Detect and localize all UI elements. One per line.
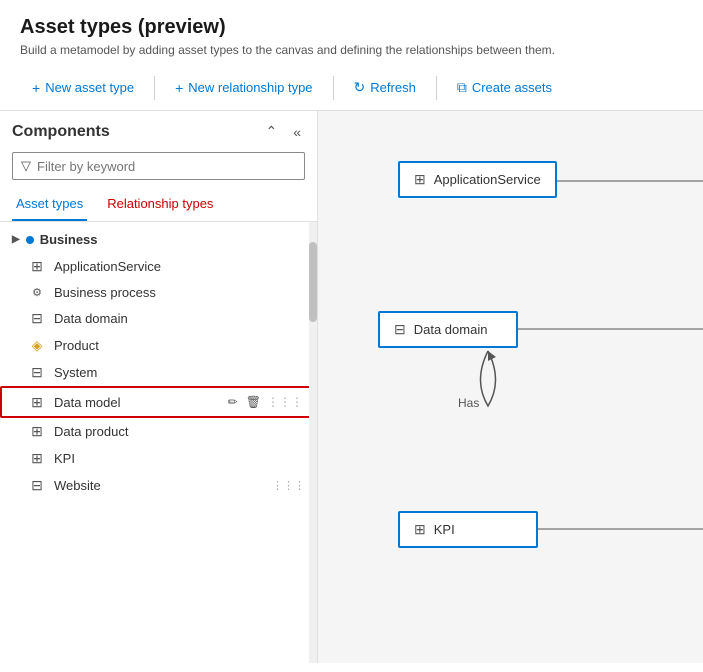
toolbar: + New asset type + New relationship type…: [0, 65, 703, 111]
business-process-icon: ⚙: [28, 286, 46, 299]
list-item-selected[interactable]: ⊞ Data model ✏ 🗑 ⋮⋮⋮: [0, 386, 317, 418]
data-model-icon: ⊞: [28, 394, 46, 411]
plus-icon: +: [32, 80, 40, 96]
scrollbar-track: [309, 222, 317, 663]
page-title: Asset types (preview): [20, 16, 683, 39]
asset-tree: ▶ Business ⊞ ApplicationService ⚙ Busine…: [0, 222, 317, 663]
new-asset-type-label: New asset type: [45, 80, 134, 95]
node-kpi-label: KPI: [434, 522, 455, 537]
group-business[interactable]: ▶ Business: [0, 226, 317, 253]
data-product-icon: ⊞: [28, 423, 46, 440]
new-relationship-type-button[interactable]: + New relationship type: [163, 74, 324, 102]
main-content: Components ⌃ « ▽ Asset types Relationshi…: [0, 111, 703, 663]
refresh-label: Refresh: [370, 80, 416, 95]
list-item[interactable]: ◈ Product: [0, 332, 317, 359]
refresh-button[interactable]: ↻ Refresh: [342, 73, 428, 102]
sidebar-controls: ⌃ «: [261, 121, 305, 142]
website-icon: ⊟: [28, 477, 46, 494]
search-box[interactable]: ▽: [12, 152, 305, 180]
product-icon: ◈: [28, 337, 46, 354]
canvas-label-has: Has: [458, 396, 479, 410]
list-item[interactable]: ⊟ Data domain: [0, 305, 317, 332]
system-icon: ⊟: [28, 364, 46, 381]
node-data-domain-label: Data domain: [414, 322, 488, 337]
create-assets-label: Create assets: [472, 80, 552, 95]
collapse-left-button[interactable]: «: [289, 121, 305, 142]
canvas-node-kpi[interactable]: ⊞ KPI: [398, 511, 538, 548]
delete-item-button[interactable]: 🗑: [244, 393, 263, 411]
canvas-node-application-service[interactable]: ⊞ ApplicationService: [398, 161, 557, 198]
list-item[interactable]: ⊟ System: [0, 359, 317, 386]
data-domain-icon: ⊟: [28, 310, 46, 327]
filter-icon: ▽: [21, 158, 31, 174]
list-item[interactable]: ⊞ ApplicationService: [0, 253, 317, 280]
plus-icon-2: +: [175, 80, 183, 96]
page-subtitle: Build a metamodel by adding asset types …: [20, 43, 683, 57]
application-service-icon: ⊞: [28, 258, 46, 275]
create-assets-button[interactable]: ⧉ Create assets: [445, 73, 564, 102]
sidebar-header: Components ⌃ «: [0, 111, 317, 152]
list-item[interactable]: ⊞ Data product: [0, 418, 317, 445]
node-data-domain-icon: ⊟: [394, 321, 406, 338]
sidebar-title: Components: [12, 123, 110, 141]
item-actions: ✏ 🗑 ⋮⋮⋮: [226, 393, 303, 411]
list-item[interactable]: ⚙ Business process: [0, 280, 317, 305]
header: Asset types (preview) Build a metamodel …: [0, 0, 703, 111]
chevron-down-icon: ▶: [12, 234, 20, 245]
search-input[interactable]: [37, 159, 296, 174]
toolbar-divider-3: [436, 76, 437, 100]
drag-handle-icon: ⋮⋮⋮: [272, 479, 305, 492]
create-assets-icon: ⧉: [457, 79, 467, 96]
tab-relationship-types[interactable]: Relationship types: [103, 188, 217, 221]
group-color-dot: [26, 236, 34, 244]
collapse-up-button[interactable]: ⌃: [261, 121, 281, 142]
node-kpi-icon: ⊞: [414, 521, 426, 538]
refresh-icon: ↻: [354, 79, 366, 96]
tab-bar: Asset types Relationship types: [0, 188, 317, 222]
node-app-service-label: ApplicationService: [434, 172, 541, 187]
list-item[interactable]: ⊟ Website ⋮⋮⋮: [0, 472, 317, 499]
new-relationship-type-label: New relationship type: [188, 80, 312, 95]
group-label: Business: [40, 232, 98, 247]
canvas-node-data-domain[interactable]: ⊟ Data domain: [378, 311, 518, 348]
kpi-icon: ⊞: [28, 450, 46, 467]
canvas-area: ⊞ ApplicationService ⊟ Data domain Has ⊞…: [318, 111, 703, 663]
sidebar: Components ⌃ « ▽ Asset types Relationshi…: [0, 111, 318, 663]
tab-asset-types[interactable]: Asset types: [12, 188, 87, 221]
node-app-service-icon: ⊞: [414, 171, 426, 188]
new-asset-type-button[interactable]: + New asset type: [20, 74, 146, 102]
drag-handle-icon: ⋮⋮⋮: [267, 395, 303, 409]
edit-item-button[interactable]: ✏: [226, 393, 240, 411]
toolbar-divider-1: [154, 76, 155, 100]
scrollbar-thumb[interactable]: [309, 242, 317, 322]
toolbar-divider-2: [333, 76, 334, 100]
list-item[interactable]: ⊞ KPI: [0, 445, 317, 472]
